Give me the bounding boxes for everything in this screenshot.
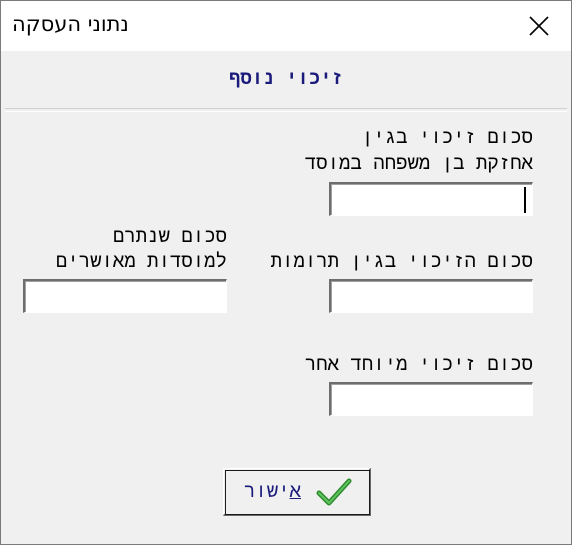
donations-credit-input[interactable] xyxy=(329,279,533,313)
section-header: זיכוי נוסף xyxy=(5,53,567,109)
approved-institutions-label-line2: למוסדות מאושרים xyxy=(55,250,227,272)
approved-institutions-label-line1: סכום שנתרם xyxy=(112,225,227,247)
family-member-credit-label-line2: אחזקת בן משפחה במוסד xyxy=(304,152,533,174)
family-member-credit-label-line1: סכום זיכוי בגין xyxy=(361,126,533,148)
section-title: זיכוי נוסף xyxy=(228,67,344,89)
approved-institutions-input[interactable] xyxy=(23,279,227,313)
close-icon xyxy=(529,16,549,36)
close-button[interactable] xyxy=(507,1,571,51)
family-member-credit-input[interactable] xyxy=(329,182,533,216)
title-bar: נתוני העסקה xyxy=(1,1,571,51)
checkmark-icon xyxy=(316,478,352,506)
special-credit-label: סכום זיכוי מיוחד אחר xyxy=(304,353,533,375)
dialog-window: נתוני העסקה זיכוי נוסף סכום זיכוי בגין א… xyxy=(0,0,572,545)
special-credit-input[interactable] xyxy=(329,382,533,416)
text-cursor xyxy=(524,187,526,213)
donations-credit-label: סכום הזיכוי בגין תרומות xyxy=(270,250,533,272)
ok-button[interactable]: אישור xyxy=(223,468,371,516)
ok-button-label: אישור xyxy=(244,480,302,502)
window-title: נתוני העסקה xyxy=(12,12,129,36)
